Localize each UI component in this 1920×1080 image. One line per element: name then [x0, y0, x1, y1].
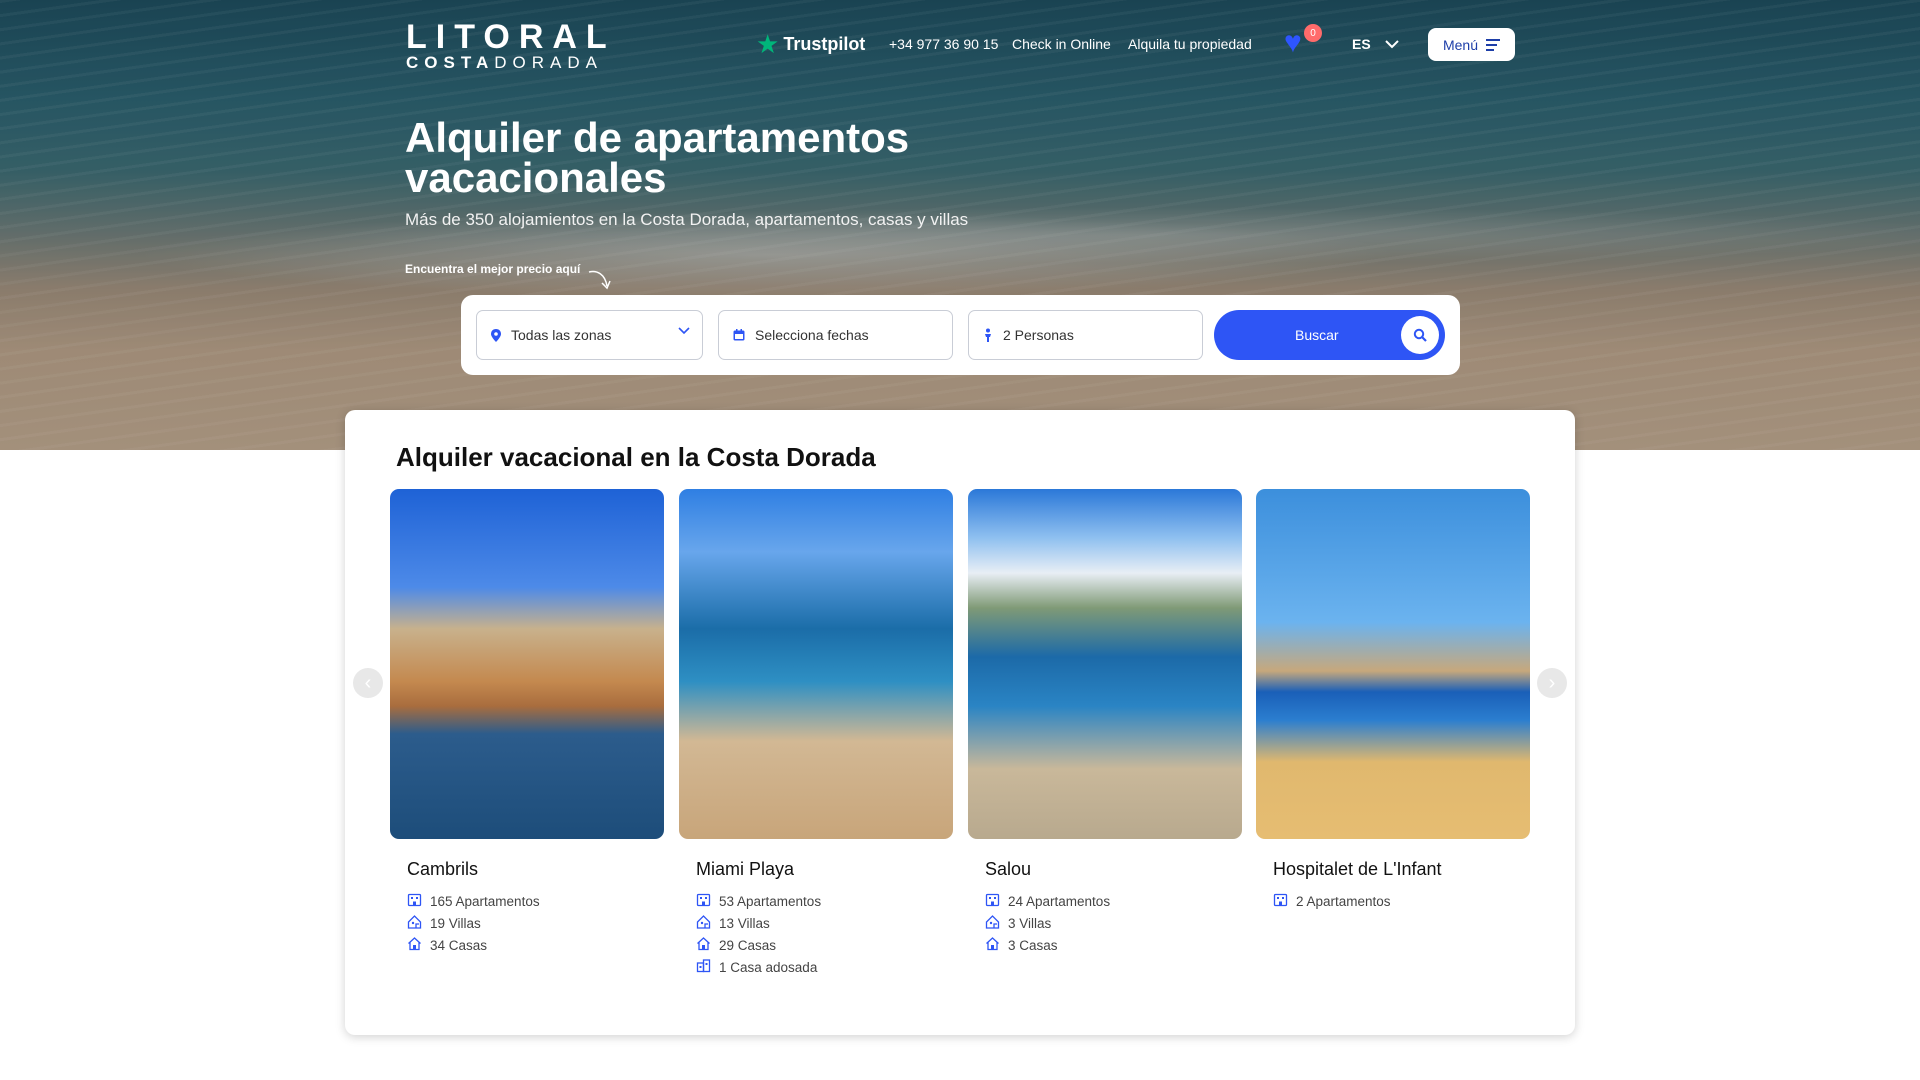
house-icon	[696, 936, 711, 954]
person-icon	[985, 328, 991, 342]
logo[interactable]: LITORAL COSTADORADA	[406, 20, 616, 72]
chevron-right-icon: ›	[1548, 671, 1556, 694]
date-picker-value: Selecciona fechas	[755, 327, 869, 343]
count-label: 13 Villas	[719, 915, 770, 931]
destination-name: Cambrils	[407, 859, 479, 879]
menu-button[interactable]: Menú	[1428, 28, 1515, 61]
count-label: 24 Apartamentos	[1008, 893, 1111, 909]
guests-selector[interactable]: 2 Personas	[968, 310, 1203, 360]
count-label: 3 Villas	[1008, 915, 1052, 931]
apartment-icon	[1273, 892, 1288, 910]
trustpilot-star-icon: ★	[756, 28, 780, 59]
search-bar: Todas las zonas Selecciona fechas 2 Pers…	[461, 295, 1460, 375]
count-label: 19 Villas	[430, 915, 481, 931]
guests-value: 2 Personas	[1003, 327, 1074, 343]
destination-card-miami-playa[interactable]: Miami Playa 53 Apartamentos 13 Villas 29…	[679, 489, 953, 978]
rent-property-link[interactable]: Alquila tu propiedad	[1128, 27, 1252, 61]
carousel-prev-button[interactable]: ‹	[353, 668, 383, 698]
language-selector[interactable]: ES	[1352, 27, 1399, 61]
zone-select[interactable]: Todas las zonas	[476, 310, 703, 360]
trustpilot-label: Trustpilot	[783, 33, 866, 54]
checkin-link[interactable]: Check in Online	[1012, 27, 1111, 61]
count-label: 1 Casa adosada	[719, 959, 818, 975]
count-label: 34 Casas	[430, 937, 488, 953]
logo-line2: COSTADORADA	[406, 53, 603, 72]
list-item: 34 Casas	[407, 934, 664, 956]
villa-icon	[696, 914, 711, 932]
curved-arrow-icon	[588, 270, 611, 290]
apartment-icon	[985, 892, 1000, 910]
house-icon	[407, 936, 422, 954]
count-label: 29 Casas	[719, 937, 777, 953]
count-label: 165 Apartamentos	[430, 893, 540, 909]
count-label: 2 Apartamentos	[1296, 893, 1391, 909]
destination-photo	[679, 489, 953, 839]
carousel-next-button[interactable]: ›	[1537, 668, 1567, 698]
chevron-down-icon	[1384, 39, 1399, 48]
destination-photo	[390, 489, 664, 839]
menu-icon	[1486, 38, 1501, 51]
chevron-down-icon	[678, 327, 690, 335]
favorites-button[interactable]: ♥ 0	[1284, 24, 1322, 59]
list-item: 29 Casas	[696, 934, 953, 956]
townhouse-icon	[696, 958, 711, 976]
date-picker[interactable]: Selecciona fechas	[718, 310, 953, 360]
destinations-section: Alquiler vacacional en la Costa Dorada ‹…	[345, 410, 1575, 1035]
hero-subtitle: Más de 350 alojamientos en la Costa Dora…	[405, 210, 969, 229]
search-hint: Encuentra el mejor precio aquí	[405, 262, 581, 276]
destination-name: Salou	[985, 859, 1032, 879]
destination-card-cambrils[interactable]: Cambrils 165 Apartamentos 19 Villas 34 C…	[390, 489, 664, 956]
apartment-icon	[696, 892, 711, 910]
destination-name: Hospitalet de L'Infant	[1273, 859, 1442, 879]
calendar-icon	[733, 329, 745, 341]
property-counts: 2 Apartamentos	[1273, 890, 1530, 912]
chevron-left-icon: ‹	[364, 671, 372, 694]
search-button-label: Buscar	[1295, 327, 1339, 343]
list-item: 53 Apartamentos	[696, 890, 953, 912]
list-item: 13 Villas	[696, 912, 953, 934]
list-item: 24 Apartamentos	[985, 890, 1242, 912]
heart-icon: ♥	[1284, 26, 1302, 59]
apartment-icon	[407, 892, 422, 910]
phone-link[interactable]: +34 977 36 90 15	[889, 27, 998, 61]
zone-select-value: Todas las zonas	[511, 327, 612, 343]
count-label: 3 Casas	[1008, 937, 1058, 953]
villa-icon	[985, 914, 1000, 932]
property-counts: 165 Apartamentos 19 Villas 34 Casas	[407, 890, 664, 956]
count-label: 53 Apartamentos	[719, 893, 822, 909]
destination-card-hospitalet[interactable]: Hospitalet de L'Infant 2 Apartamentos	[1256, 489, 1530, 912]
menu-label: Menú	[1442, 36, 1479, 53]
list-item: 3 Casas	[985, 934, 1242, 956]
destination-photo	[968, 489, 1242, 839]
property-counts: 53 Apartamentos 13 Villas 29 Casas 1 Cas…	[696, 890, 953, 978]
house-icon	[985, 936, 1000, 954]
favorites-count-badge: 0	[1304, 24, 1322, 42]
list-item: 3 Villas	[985, 912, 1242, 934]
search-button[interactable]: Buscar	[1214, 310, 1445, 360]
property-counts: 24 Apartamentos 3 Villas 3 Casas	[985, 890, 1242, 956]
page-title: Alquiler de apartamentos vacacionales	[405, 114, 910, 201]
destination-name: Miami Playa	[696, 859, 795, 879]
trustpilot-link[interactable]: ★ Trustpilot	[756, 27, 865, 61]
list-item: 19 Villas	[407, 912, 664, 934]
section-title: Alquiler vacacional en la Costa Dorada	[396, 442, 876, 472]
location-pin-icon	[491, 328, 501, 342]
search-icon	[1401, 316, 1439, 354]
list-item: 1 Casa adosada	[696, 956, 953, 978]
villa-icon	[407, 914, 422, 932]
language-label: ES	[1352, 36, 1371, 52]
list-item: 2 Apartamentos	[1273, 890, 1530, 912]
logo-line1: LITORAL	[406, 18, 616, 56]
destination-photo	[1256, 489, 1530, 839]
list-item: 165 Apartamentos	[407, 890, 664, 912]
destination-card-salou[interactable]: Salou 24 Apartamentos 3 Villas 3 Casas	[968, 489, 1242, 956]
